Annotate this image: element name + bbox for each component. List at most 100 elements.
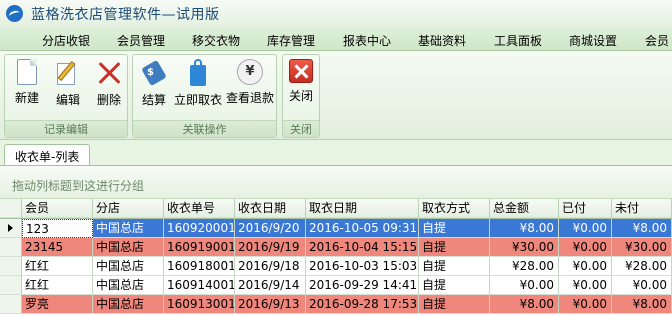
menu-branch-cashier[interactable]: 分店收银 — [42, 32, 90, 49]
cell-order-no[interactable]: 160918001 — [164, 257, 235, 276]
column-header-order-no[interactable]: 收衣单号 — [164, 199, 235, 218]
menu-tools[interactable]: 工具面板 — [494, 32, 542, 49]
cell-pickup-method[interactable]: 自提 — [419, 295, 490, 314]
cell-unpaid[interactable]: ¥8.00 — [612, 219, 672, 238]
cell-pickup-method[interactable]: 自提 — [419, 219, 490, 238]
cell-pickup-method[interactable]: 自提 — [419, 257, 490, 276]
cell-unpaid[interactable]: ¥30.00 — [612, 238, 672, 257]
ribbon: 新建 编辑 删除 记录编辑 $ 结算 立即取衣 ¥ 查看退款 关联操作 关闭 关… — [0, 51, 672, 140]
menu-transfer-clothes[interactable]: 移交衣物 — [192, 32, 240, 49]
cell-paid[interactable]: ¥0.00 — [559, 238, 612, 257]
cell-total[interactable]: ¥28.00 — [490, 257, 559, 276]
column-header-total[interactable]: 总金额 — [490, 199, 559, 218]
cell-order-no[interactable]: 160913001 — [164, 295, 235, 314]
ribbon-group-label: 关闭 — [283, 120, 319, 137]
column-header-member[interactable]: 会员 — [22, 199, 93, 218]
row-indicator — [0, 238, 22, 257]
column-header-pickup-date[interactable]: 取衣日期 — [306, 199, 419, 218]
cell-pickup-date[interactable]: 2016-09-28 17:53 — [306, 295, 419, 314]
cell-total[interactable]: ¥0.00 — [490, 276, 559, 295]
cell-unpaid[interactable]: ¥0.00 — [612, 276, 672, 295]
ribbon-group-label: 记录编辑 — [5, 120, 127, 137]
cell-pickup-date[interactable]: 2016-10-04 15:15 — [306, 238, 419, 257]
cell-order-no[interactable]: 160920001 — [164, 219, 235, 238]
edit-button[interactable]: 编辑 — [52, 59, 84, 119]
cell-branch[interactable]: 中国总店 — [93, 276, 164, 295]
close-button[interactable]: 关闭 — [286, 59, 316, 119]
cell-branch[interactable]: 中国总店 — [93, 257, 164, 276]
cell-member[interactable]: 红红 — [22, 276, 93, 295]
delete-button-label: 删除 — [96, 93, 121, 107]
tab-order-list[interactable]: 收衣单-列表 — [4, 144, 91, 166]
row-indicator — [0, 295, 22, 314]
cell-pickup-date[interactable]: 2016-10-03 15:03 — [306, 257, 419, 276]
menu-bar: 分店收银 会员管理 移交衣物 库存管理 报表中心 基础资料 工具面板 商城设置 … — [0, 27, 672, 51]
cell-paid[interactable]: ¥0.00 — [559, 257, 612, 276]
cell-receive-date[interactable]: 2016/9/19 — [235, 238, 306, 257]
cell-member[interactable]: 红红 — [22, 257, 93, 276]
cell-member[interactable]: 23145 — [22, 238, 93, 257]
row-indicator-header — [0, 199, 22, 218]
new-button-label: 新建 — [14, 91, 39, 105]
delete-icon — [96, 59, 122, 87]
cell-member[interactable]: 123 — [22, 219, 93, 238]
cell-pickup-date[interactable]: 2016-10-05 09:31 — [306, 219, 419, 238]
ribbon-group-record-edit: 新建 编辑 删除 记录编辑 — [4, 54, 128, 138]
ribbon-group-close: 关闭 关闭 — [282, 54, 320, 138]
menu-inventory[interactable]: 库存管理 — [267, 32, 315, 49]
table-row[interactable]: 红红 中国总店 160918001 2016/9/18 2016-10-03 1… — [0, 257, 672, 276]
new-document-icon — [17, 59, 37, 85]
column-header-paid[interactable]: 已付 — [559, 199, 612, 218]
edit-icon — [55, 59, 81, 87]
cell-pickup-date[interactable]: 2016-09-29 14:41 — [306, 276, 419, 295]
cell-member[interactable]: 罗亮 — [22, 295, 93, 314]
cell-receive-date[interactable]: 2016/9/20 — [235, 219, 306, 238]
cell-branch[interactable]: 中国总店 — [93, 219, 164, 238]
ribbon-group-related-actions: $ 结算 立即取衣 ¥ 查看退款 关联操作 — [132, 54, 277, 138]
pickup-now-button[interactable]: 立即取衣 — [174, 59, 222, 119]
cell-total[interactable]: ¥8.00 — [490, 295, 559, 314]
cell-total[interactable]: ¥30.00 — [490, 238, 559, 257]
cell-order-no[interactable]: 160919001 — [164, 238, 235, 257]
ribbon-group-label: 关联操作 — [133, 120, 276, 137]
cell-receive-date[interactable]: 2016/9/13 — [235, 295, 306, 314]
cell-unpaid[interactable]: ¥28.00 — [612, 257, 672, 276]
cell-paid[interactable]: ¥0.00 — [559, 295, 612, 314]
cell-order-no[interactable]: 160914001 — [164, 276, 235, 295]
menu-basic-data[interactable]: 基础资料 — [418, 32, 466, 49]
cell-paid[interactable]: ¥0.00 — [559, 276, 612, 295]
menu-member-overflow[interactable]: 会员 — [645, 32, 669, 49]
menu-member-management[interactable]: 会员管理 — [117, 32, 165, 49]
cell-unpaid[interactable]: ¥8.00 — [612, 295, 672, 314]
pickup-now-button-label: 立即取衣 — [174, 93, 223, 107]
menu-reports[interactable]: 报表中心 — [343, 32, 391, 49]
view-refund-button[interactable]: ¥ 查看退款 — [226, 59, 274, 119]
menu-mall-settings[interactable]: 商城设置 — [569, 32, 617, 49]
cell-pickup-method[interactable]: 自提 — [419, 276, 490, 295]
group-by-hint: 拖动列标题到这进行分组 — [12, 179, 145, 193]
column-header-receive-date[interactable]: 收衣日期 — [235, 199, 306, 218]
table-row[interactable]: 123 中国总店 160920001 2016/9/20 2016-10-05 … — [0, 219, 672, 238]
group-by-panel[interactable]: 拖动列标题到这进行分组 — [0, 166, 672, 199]
cell-pickup-method[interactable]: 自提 — [419, 238, 490, 257]
new-button[interactable]: 新建 — [11, 59, 43, 119]
table-row[interactable]: 23145 中国总店 160919001 2016/9/19 2016-10-0… — [0, 238, 672, 257]
row-indicator — [0, 276, 22, 295]
close-button-label: 关闭 — [288, 89, 313, 103]
checkout-button[interactable]: $ 结算 — [139, 59, 169, 119]
table-row[interactable]: 红红 中国总店 160914001 2016/9/14 2016-09-29 1… — [0, 276, 672, 295]
cell-branch[interactable]: 中国总店 — [93, 238, 164, 257]
view-refund-button-label: 查看退款 — [226, 91, 275, 105]
column-header-branch[interactable]: 分店 — [93, 199, 164, 218]
table-row[interactable]: 罗亮 中国总店 160913001 2016/9/13 2016-09-28 1… — [0, 295, 672, 314]
document-area: 收衣单-列表 拖动列标题到这进行分组 会员 分店 收衣单号 收衣日期 取衣日期 … — [0, 140, 672, 316]
cell-paid[interactable]: ¥0.00 — [559, 219, 612, 238]
cell-branch[interactable]: 中国总店 — [93, 295, 164, 314]
cell-total[interactable]: ¥8.00 — [490, 219, 559, 238]
column-header-unpaid[interactable]: 未付 — [612, 199, 672, 218]
cell-receive-date[interactable]: 2016/9/18 — [235, 257, 306, 276]
delete-button[interactable]: 删除 — [93, 59, 125, 119]
column-header-pickup-method[interactable]: 取衣方式 — [419, 199, 490, 218]
cell-receive-date[interactable]: 2016/9/14 — [235, 276, 306, 295]
row-indicator — [0, 257, 22, 276]
